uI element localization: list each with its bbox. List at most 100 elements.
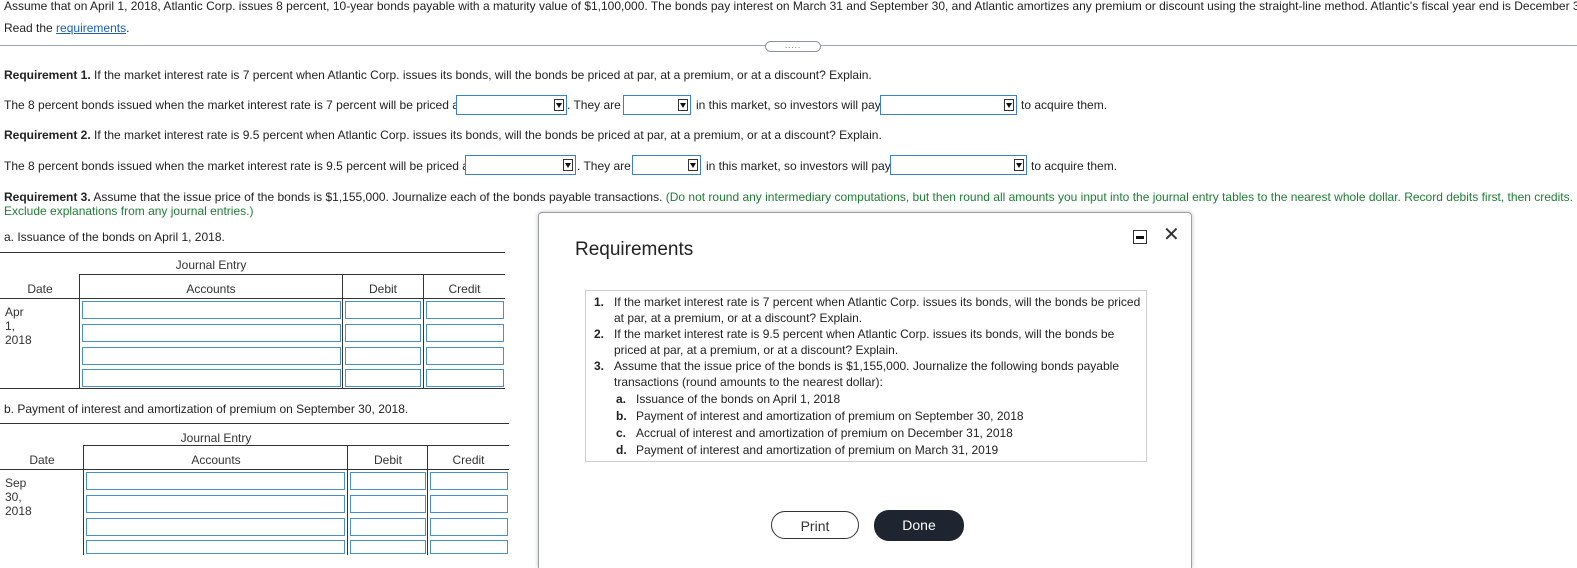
table-rule [0, 423, 509, 424]
credit-input[interactable] [426, 347, 504, 365]
sub-text: Issuance of the bonds on April 1, 2018 [636, 392, 841, 406]
credit-input[interactable] [430, 518, 508, 536]
sub-letter: b. [616, 409, 627, 423]
item-number: 1. [594, 295, 605, 309]
print-button[interactable]: Print [771, 511, 859, 539]
table-rule [79, 274, 80, 388]
req2-type-select[interactable] [632, 155, 701, 175]
req1-price-select[interactable] [456, 95, 567, 115]
col-date: Date [29, 453, 55, 467]
req1-heading: Requirement 1. If the market interest ra… [4, 68, 872, 82]
req1-pay-select[interactable] [880, 95, 1017, 115]
req1-s2: . They are [567, 98, 621, 112]
req3-label: Requirement 3. [4, 190, 91, 204]
req3-note1: (Do not round any intermediary computati… [665, 190, 1573, 204]
table-rule [0, 252, 505, 253]
table-rule [84, 445, 509, 446]
debit-input[interactable] [345, 347, 421, 365]
table-rule [427, 445, 428, 555]
divider-drag-handle[interactable]: ..... [765, 41, 821, 52]
req2-heading: Requirement 2. If the market interest ra… [4, 128, 882, 142]
credit-input[interactable] [426, 369, 504, 387]
req3-note2: Exclude explanations from any journal en… [4, 204, 254, 218]
item-number: 3. [594, 359, 605, 373]
part-a-label: a. Issuance of the bonds on April 1, 201… [4, 230, 225, 244]
credit-input[interactable] [430, 495, 508, 513]
col-debit: Debit [373, 453, 402, 467]
req1-question: If the market interest rate is 7 percent… [90, 68, 872, 82]
req2-s4: to acquire them. [1031, 159, 1118, 173]
intro-text: Assume that on April 1, 2018, Atlantic C… [4, 0, 1577, 13]
req2-s3: in this market, so investors will pay [706, 159, 891, 173]
sub-text: Payment of interest and amortization of … [636, 409, 1024, 423]
credit-input[interactable] [430, 472, 508, 490]
req2-s2: . They are [577, 159, 631, 173]
req1-type-select[interactable] [623, 95, 691, 115]
chevron-down-icon [554, 99, 564, 111]
account-input[interactable] [86, 518, 345, 536]
req2-pay-select[interactable] [890, 155, 1027, 175]
part-b-label: b. Payment of interest and amortization … [4, 402, 409, 416]
account-input[interactable] [82, 347, 341, 365]
debit-input[interactable] [345, 369, 421, 387]
account-input[interactable] [86, 540, 345, 554]
req1-s1: The 8 percent bonds issued when the mark… [4, 98, 463, 112]
chevron-down-icon [563, 159, 573, 171]
req2-price-select[interactable] [465, 155, 576, 175]
table-rule [0, 469, 509, 470]
requirements-link[interactable]: requirements [56, 21, 126, 35]
requirements-list: 1. If the market interest rate is 7 perc… [585, 290, 1147, 462]
sub-letter: a. [616, 392, 627, 406]
debit-input[interactable] [350, 518, 426, 536]
req3-heading: Requirement 3. Assume that the issue pri… [4, 190, 1573, 204]
table-rule [342, 274, 343, 388]
debit-input[interactable] [345, 324, 421, 342]
account-input[interactable] [86, 495, 345, 513]
read-requirements-line: Read the requirements. [4, 21, 129, 35]
table-rule [80, 274, 505, 275]
requirements-modal: Requirements ✕ 1. If the market interest… [538, 212, 1192, 568]
sub-letter: d. [616, 443, 627, 457]
done-button[interactable]: Done [874, 510, 964, 541]
debit-input[interactable] [350, 540, 426, 554]
item-text: If the market interest rate is 9.5 perce… [614, 327, 1115, 357]
account-input[interactable] [82, 301, 341, 319]
debit-input[interactable] [350, 495, 426, 513]
modal-title: Requirements [575, 239, 694, 260]
col-credit: Credit [448, 282, 481, 296]
account-input[interactable] [82, 369, 341, 387]
credit-input[interactable] [426, 324, 504, 342]
req3-question: Assume that the issue price of the bonds… [90, 190, 663, 204]
col-date: Date [27, 282, 53, 296]
chevron-down-icon [688, 159, 698, 171]
item-number: 2. [594, 327, 605, 341]
account-input[interactable] [82, 324, 341, 342]
col-credit: Credit [452, 453, 485, 467]
chevron-down-icon [1014, 159, 1024, 171]
journal-entry-title: Journal Entry [180, 431, 252, 445]
col-accounts: Accounts [191, 453, 241, 467]
req2-question: If the market interest rate is 9.5 perce… [90, 128, 882, 142]
read-prefix: Read the [4, 21, 57, 35]
journal-entry-title: Journal Entry [175, 258, 247, 272]
req1-label: Requirement 1. [4, 68, 91, 82]
debit-input[interactable] [350, 472, 426, 490]
table-rule [0, 298, 505, 299]
sub-text: Accrual of interest and amortization of … [636, 426, 1013, 440]
debit-input[interactable] [345, 301, 421, 319]
col-accounts: Accounts [186, 282, 236, 296]
req1-s4: to acquire them. [1021, 98, 1108, 112]
chevron-down-icon [1004, 99, 1014, 111]
read-suffix: . [126, 21, 130, 35]
table-rule [0, 388, 505, 389]
credit-input[interactable] [426, 301, 504, 319]
req2-s1: The 8 percent bonds issued when the mark… [4, 159, 473, 173]
sub-letter: c. [616, 426, 627, 440]
credit-input[interactable] [430, 540, 508, 554]
account-input[interactable] [86, 472, 345, 490]
chevron-down-icon [678, 99, 688, 111]
req1-s3: in this market, so investors will pay [696, 98, 881, 112]
close-icon[interactable]: ✕ [1163, 225, 1180, 245]
sub-text: Payment of interest and amortization of … [636, 443, 999, 457]
minimize-icon[interactable] [1133, 230, 1147, 244]
